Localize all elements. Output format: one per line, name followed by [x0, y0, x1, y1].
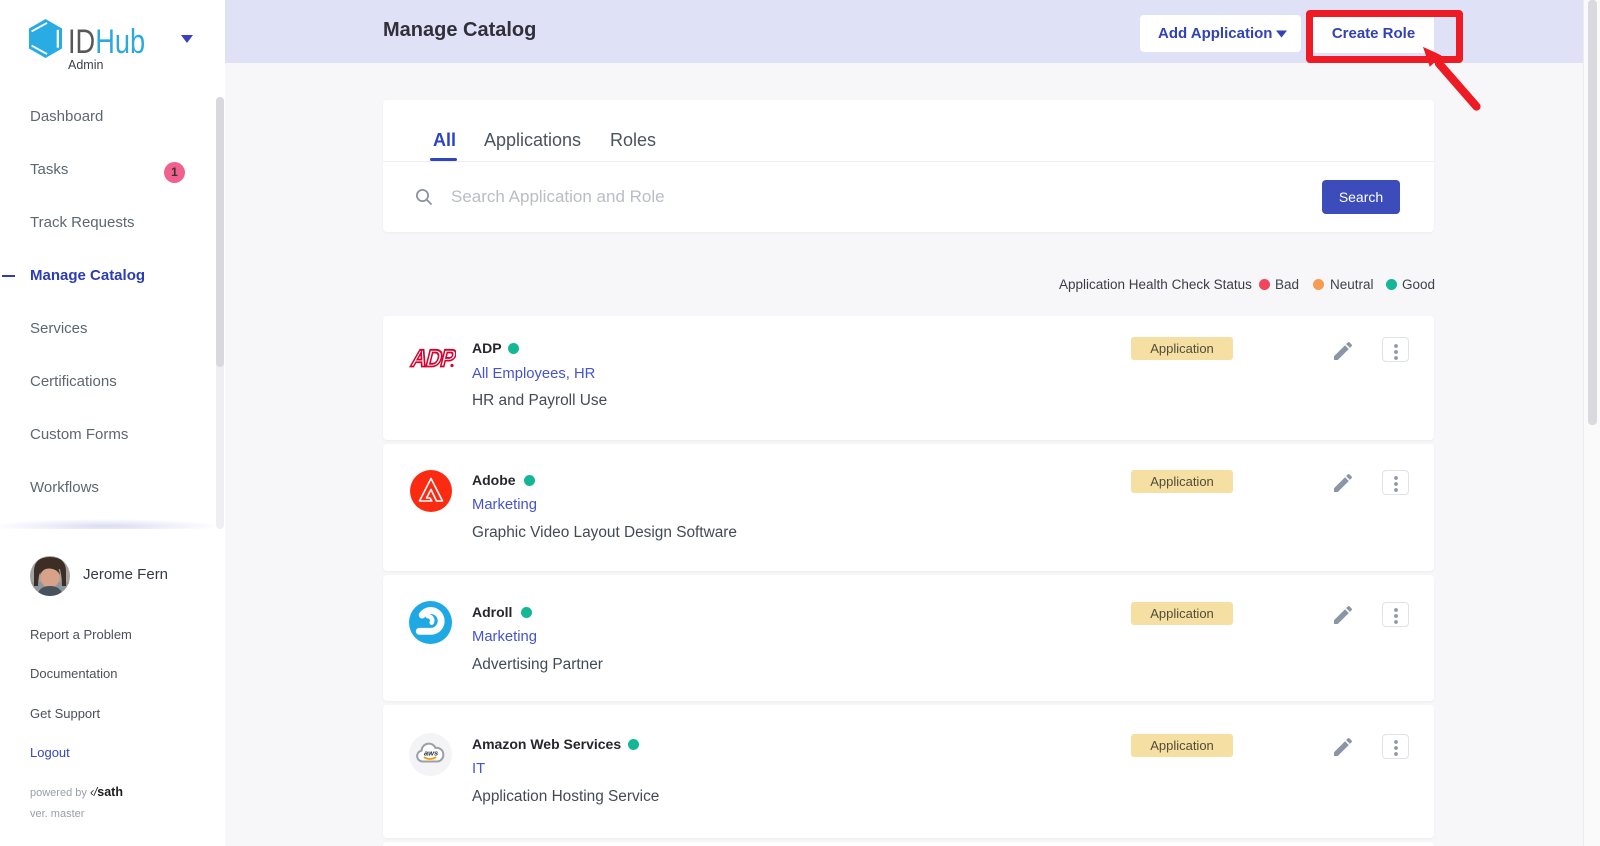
svg-text:ADP: ADP [409, 345, 456, 372]
svg-text:aws: aws [424, 749, 438, 758]
